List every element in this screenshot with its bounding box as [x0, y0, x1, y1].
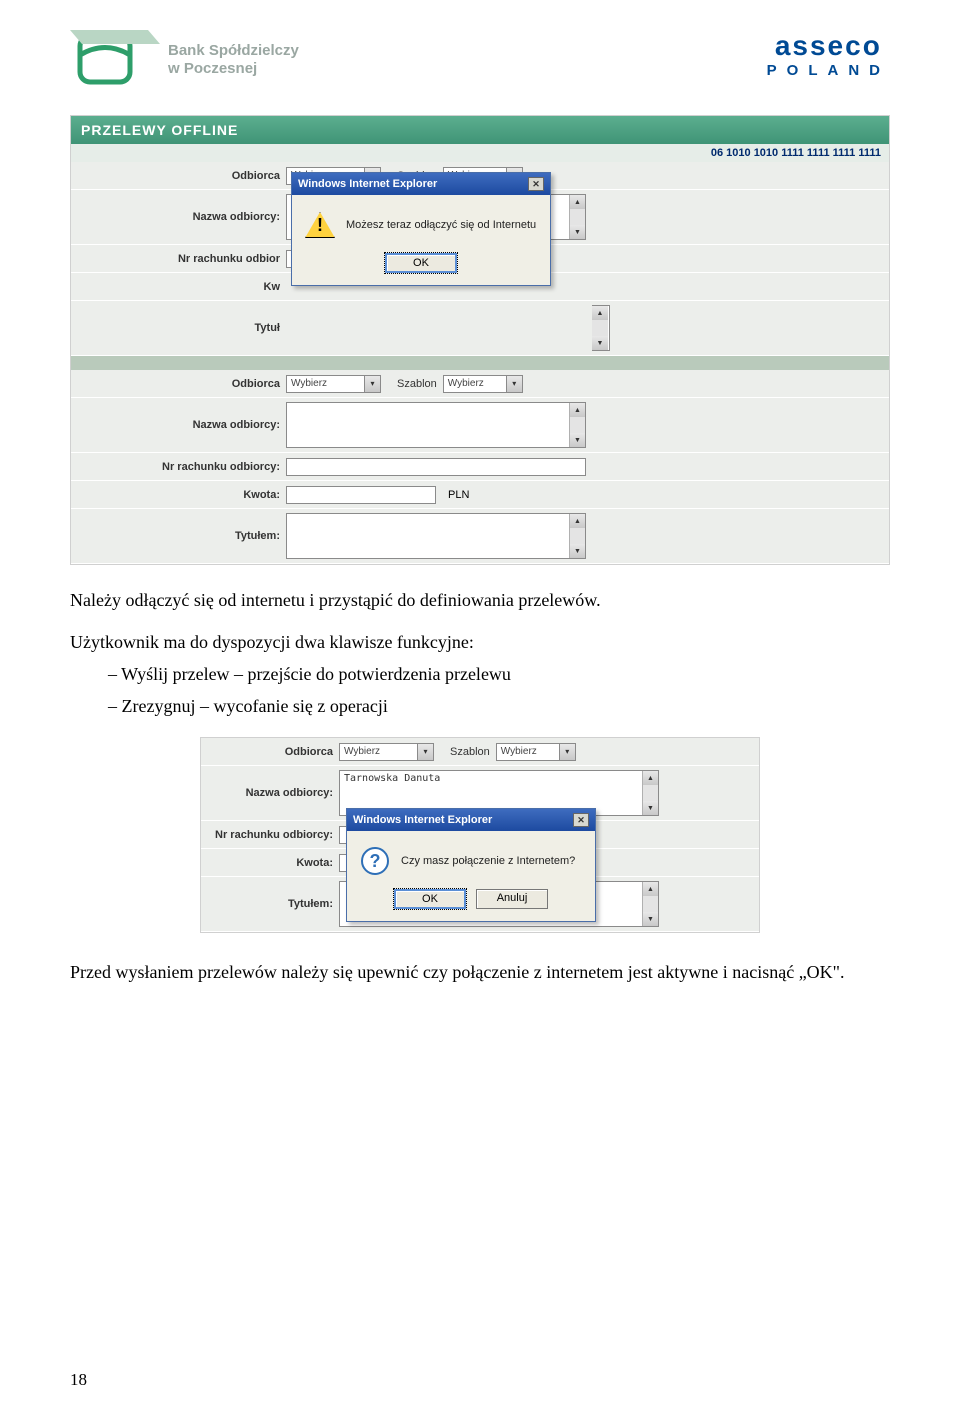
scroll-up-icon[interactable]: ▲ [643, 771, 658, 785]
account-number: 06 1010 1010 1111 1111 1111 1111 [71, 144, 889, 162]
row-nr-rachunku-2: Nr rachunku odbiorcy: [71, 453, 889, 481]
dropdown-odbiorca[interactable]: Wybierz [286, 375, 381, 393]
row-kwota-2: Kwota: PLN [71, 481, 889, 509]
paragraph-2: Użytkownik ma do dyspozycji dwa klawisze… [70, 629, 890, 655]
row-tytulem: Tytuł ▲ ▼ [71, 301, 889, 356]
scroll-down-icon[interactable]: ▼ [570, 544, 585, 558]
bank-name: Bank Spółdzielczy w Poczesnej [168, 42, 299, 78]
label-tytulem: Tytuł [71, 322, 286, 334]
label-nazwa: Nazwa odbiorcy: [71, 419, 286, 431]
label-nr: Nr rachunku odbiorcy: [71, 461, 286, 473]
label-kwota: Kwota: [201, 857, 339, 869]
scrollbar[interactable]: ▲ ▼ [569, 403, 585, 447]
scroll-down-icon[interactable]: ▼ [570, 433, 585, 447]
divider [71, 356, 889, 370]
label-kwota: Kwota: [71, 489, 286, 501]
dialog-ie-disconnect: Windows Internet Explorer ✕ ! Możesz ter… [291, 172, 551, 286]
dialog-title: Windows Internet Explorer [353, 814, 492, 826]
ok-button[interactable]: OK [394, 889, 466, 909]
dialog-titlebar: Windows Internet Explorer ✕ [347, 809, 595, 831]
body-paragraphs: Należy odłączyć się od internetu i przys… [70, 587, 890, 719]
bank-line2: w Poczesnej [168, 60, 299, 78]
asseco-wordmark: asseco [767, 30, 890, 62]
dropdown-odbiorca[interactable]: Wybierz [339, 743, 434, 761]
scroll-down-icon[interactable]: ▼ [643, 912, 658, 926]
row-nazwa-2: Nazwa odbiorcy: ▲ ▼ [71, 398, 889, 453]
label-odbiorca: Odbiorca [71, 170, 286, 182]
form-block-2: Odbiorca Wybierz Szablon Wybierz Nazwa o… [71, 370, 889, 564]
dialog-body: ? Czy masz połączenie z Internetem? [347, 831, 595, 883]
chevron-down-icon[interactable] [559, 744, 575, 760]
label-odbiorca: Odbiorca [201, 746, 339, 758]
scroll-up-icon[interactable]: ▲ [643, 882, 658, 896]
label-tytulem: Tytułem: [201, 898, 339, 910]
dialog-buttons: OK [292, 247, 550, 285]
label-szablon: Szablon [397, 378, 437, 390]
dialog-title: Windows Internet Explorer [298, 178, 437, 190]
scroll-down-icon[interactable]: ▼ [592, 336, 608, 350]
input-nr-rachunku[interactable] [286, 458, 586, 476]
chevron-down-icon[interactable] [417, 744, 433, 760]
label-nr: Nr rachunku odbiorcy: [201, 829, 339, 841]
bank-logo: Bank Spółdzielczy w Poczesnej [70, 30, 299, 90]
row-odbiorca: Odbiorca Wybierz Szablon Wybierz [201, 738, 759, 766]
bank-line1: Bank Spółdzielczy [168, 42, 299, 60]
bank-outline-icon [70, 30, 160, 90]
page-number: 18 [70, 1370, 87, 1390]
scrollbar[interactable]: ▲ ▼ [569, 514, 585, 558]
textarea-nazwa[interactable]: ▲ ▼ [286, 402, 586, 448]
label-kwota: Kw [71, 281, 286, 293]
textarea-tytulem[interactable]: ▲ ▼ [286, 513, 586, 559]
label-pln: PLN [448, 489, 469, 501]
scrollbar-tytul[interactable]: ▲ ▼ [592, 305, 610, 351]
label-nr: Nr rachunku odbior [71, 253, 286, 265]
paragraph-3: Przed wysłaniem przelewów należy się upe… [70, 959, 890, 985]
dialog-body: ! Możesz teraz odłączyć się od Internetu [292, 195, 550, 247]
dropdown-szablon[interactable]: Wybierz [443, 375, 523, 393]
scroll-up-icon[interactable]: ▲ [570, 195, 585, 209]
asseco-logo: asseco POLAND [767, 30, 890, 79]
scroll-up-icon[interactable]: ▲ [570, 514, 585, 528]
input-kwota[interactable] [286, 486, 436, 504]
ok-button[interactable]: OK [385, 253, 457, 273]
label-nazwa: Nazwa odbiorcy: [201, 787, 339, 799]
body-paragraphs-2: Przed wysłaniem przelewów należy się upe… [70, 959, 890, 985]
anuluj-button[interactable]: Anuluj [476, 889, 548, 909]
warning-icon: ! [304, 209, 336, 241]
dialog-ie-connection: Windows Internet Explorer ✕ ? Czy masz p… [346, 808, 596, 922]
option-zrezygnuj: – Zrezygnuj – wycofanie się z operacji [108, 693, 890, 719]
screenshot-internet-check: Odbiorca Wybierz Szablon Wybierz Nazwa o… [200, 737, 760, 933]
dialog-buttons: OK Anuluj [347, 883, 595, 921]
option-wyslij: – Wyślij przelew – przejście do potwierd… [108, 661, 890, 687]
label-odbiorca: Odbiorca [71, 378, 286, 390]
asseco-subtitle: POLAND [767, 62, 890, 79]
label-szablon: Szablon [450, 746, 490, 758]
label-nazwa: Nazwa odbiorcy: [71, 211, 286, 223]
scrollbar[interactable]: ▲ ▼ [569, 195, 585, 239]
question-icon: ? [359, 845, 391, 877]
scrollbar[interactable]: ▲ ▼ [642, 771, 658, 815]
row-tytulem-2: Tytułem: ▲ ▼ [71, 509, 889, 564]
scroll-up-icon[interactable]: ▲ [592, 306, 608, 320]
scroll-up-icon[interactable]: ▲ [570, 403, 585, 417]
dialog-titlebar: Windows Internet Explorer ✕ [292, 173, 550, 195]
panel-title: PRZELEWY OFFLINE [71, 116, 889, 144]
close-icon[interactable]: ✕ [528, 177, 544, 191]
label-tytulem: Tytułem: [71, 530, 286, 542]
scrollbar[interactable]: ▲ ▼ [642, 882, 658, 926]
scroll-down-icon[interactable]: ▼ [570, 225, 585, 239]
page-header: Bank Spółdzielczy w Poczesnej asseco POL… [0, 0, 960, 100]
dropdown-szablon[interactable]: Wybierz [496, 743, 576, 761]
scroll-down-icon[interactable]: ▼ [643, 801, 658, 815]
screenshot-przelewy-offline: PRZELEWY OFFLINE 06 1010 1010 1111 1111 … [70, 115, 890, 565]
dialog-message: Możesz teraz odłączyć się od Internetu [346, 219, 536, 231]
close-icon[interactable]: ✕ [573, 813, 589, 827]
dialog-message: Czy masz połączenie z Internetem? [401, 855, 575, 867]
paragraph-1: Należy odłączyć się od internetu i przys… [70, 587, 890, 613]
chevron-down-icon[interactable] [506, 376, 522, 392]
chevron-down-icon[interactable] [364, 376, 380, 392]
row-odbiorca-2: Odbiorca Wybierz Szablon Wybierz [71, 370, 889, 398]
